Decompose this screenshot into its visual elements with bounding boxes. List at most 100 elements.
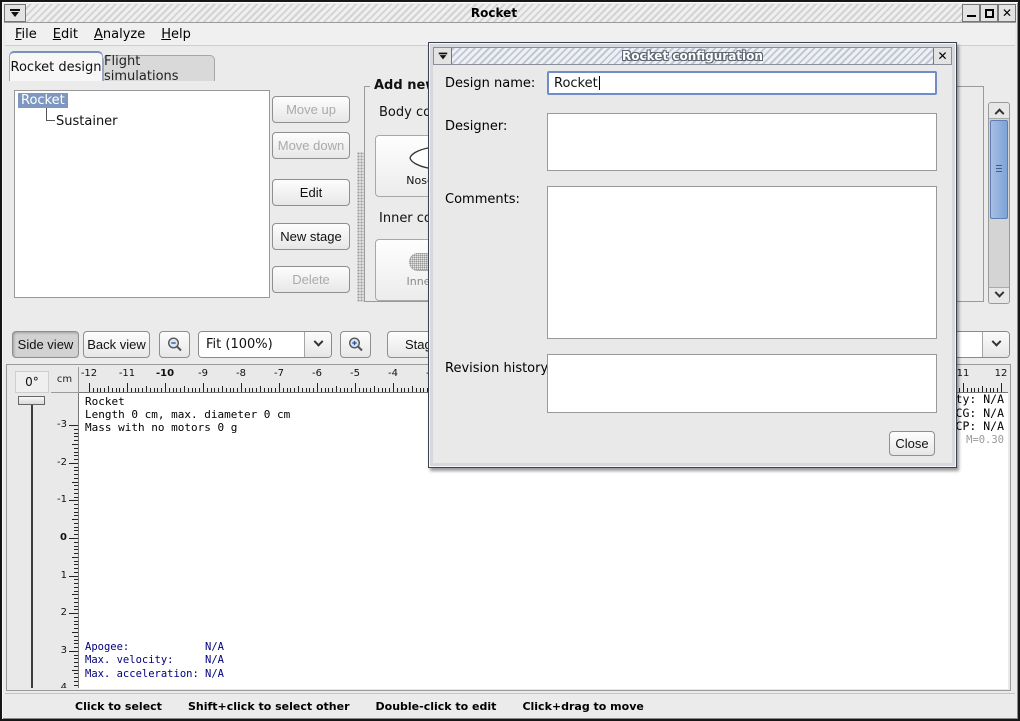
ruler-tick <box>104 388 105 392</box>
ruler-tick <box>74 553 78 554</box>
menu-item-edit[interactable]: Edit <box>53 27 78 42</box>
ruler-tick <box>226 388 227 392</box>
dialog-close-icon-button[interactable]: ✕ <box>933 48 951 64</box>
maximize-button[interactable] <box>980 4 998 22</box>
revision-history-label: Revision history: <box>445 361 552 376</box>
rocket-configuration-dialog: Rocket configuration ✕ Design name: Rock… <box>428 42 957 468</box>
revision-history-textarea[interactable] <box>547 354 937 413</box>
ruler-tick <box>74 621 78 622</box>
rotation-slider[interactable] <box>31 404 33 688</box>
window-menu-button[interactable] <box>4 4 26 22</box>
design-name-label: Design name: <box>445 76 535 91</box>
ruler-tick <box>283 388 284 392</box>
window-titlebar: Rocket ✕ <box>4 4 1016 23</box>
new-stage-button[interactable]: New stage <box>272 223 350 250</box>
dialog-close-button[interactable]: Close <box>889 431 935 456</box>
comments-label: Comments: <box>445 192 520 207</box>
move-up-button: Move up <box>272 96 350 123</box>
menu-item-analyze[interactable]: Analyze <box>94 27 145 42</box>
ruler-tick <box>321 388 322 392</box>
splitter-handle[interactable] <box>357 152 364 302</box>
configuration-dropdown[interactable] <box>982 332 1009 357</box>
rotation-slider-handle[interactable] <box>18 396 45 405</box>
zoom-out-button[interactable] <box>159 331 190 358</box>
ruler-tick <box>195 388 196 392</box>
scrollbar-down-button[interactable] <box>989 287 1009 303</box>
ruler-tick <box>74 561 78 562</box>
ruler-tick <box>89 383 90 392</box>
vertical-ruler: -3-2-101234 <box>51 393 79 688</box>
menu-item-file[interactable]: File <box>15 27 37 42</box>
scrollbar-thumb[interactable] <box>990 120 1008 219</box>
dialog-menu-button[interactable] <box>434 48 452 64</box>
scrollbar-up-button[interactable] <box>989 103 1009 119</box>
tree-item-rocket[interactable]: Rocket <box>18 93 68 108</box>
ruler-tick <box>287 388 288 392</box>
ruler-label: -1 <box>57 494 67 505</box>
ruler-label: 12 <box>995 368 1008 379</box>
side-view-button[interactable]: Side view <box>12 331 79 358</box>
tree-item-sustainer[interactable]: Sustainer <box>56 114 118 129</box>
back-view-button[interactable]: Back view <box>83 331 150 358</box>
ruler-tick <box>74 440 78 441</box>
ruler-tick <box>207 388 208 392</box>
ruler-tick <box>72 670 78 671</box>
ruler-tick <box>161 388 162 392</box>
ruler-tick <box>74 598 78 599</box>
ruler-tick <box>982 386 983 392</box>
ruler-tick <box>332 388 333 392</box>
ruler-tick <box>74 470 78 471</box>
ruler-tick <box>298 386 299 392</box>
tab-rocket-design[interactable]: Rocket design <box>9 51 103 81</box>
menu-item-help[interactable]: Help <box>161 27 191 42</box>
ruler-tick <box>72 482 78 483</box>
ruler-label: -5 <box>350 368 360 379</box>
ruler-label: -4 <box>388 368 398 379</box>
zoom-out-icon <box>166 336 184 354</box>
ruler-tick <box>412 386 413 392</box>
ruler-label: 4 <box>61 682 67 688</box>
chevron-down-icon <box>991 337 1001 347</box>
components-scrollbar[interactable] <box>988 102 1010 304</box>
ruler-tick <box>275 388 276 392</box>
maximize-icon <box>985 9 994 18</box>
ruler-tick <box>1001 383 1002 392</box>
design-name-value: Rocket <box>554 76 598 91</box>
ruler-label: 3 <box>61 645 67 656</box>
zoom-in-button[interactable] <box>340 331 371 358</box>
design-name-input[interactable]: Rocket <box>547 71 937 95</box>
close-button[interactable]: ✕ <box>998 4 1016 22</box>
ruler-tick <box>340 388 341 392</box>
ruler-label: -2 <box>57 457 67 468</box>
designer-textarea[interactable] <box>547 113 937 171</box>
zoom-level-dropdown[interactable] <box>304 332 331 357</box>
ruler-tick <box>397 388 398 392</box>
tab-flight-simulations[interactable]: Flight simulations <box>103 55 215 81</box>
hint-shift-click: Shift+click to select other <box>188 700 350 713</box>
close-icon: ✕ <box>1002 7 1012 19</box>
rotation-value[interactable]: 0° <box>15 371 49 393</box>
minimize-button[interactable] <box>962 4 980 22</box>
ruler-tick <box>74 448 78 449</box>
ruler-tick <box>74 673 78 674</box>
ruler-tick <box>74 497 78 498</box>
ruler-tick <box>218 388 219 392</box>
ruler-tick <box>74 681 78 682</box>
ruler-tick <box>317 383 318 392</box>
ruler-tick <box>74 508 78 509</box>
ruler-tick <box>74 478 78 479</box>
ruler-tick <box>74 617 78 618</box>
design-tree: Rocket Sustainer <box>14 90 270 298</box>
ruler-tick <box>74 606 78 607</box>
comments-textarea[interactable] <box>547 186 937 339</box>
edit-button[interactable]: Edit <box>272 179 350 206</box>
ruler-tick <box>74 583 78 584</box>
ruler-tick <box>74 515 78 516</box>
ruler-tick <box>374 386 375 392</box>
ruler-tick <box>142 388 143 392</box>
zoom-level-select[interactable]: Fit (100%) <box>198 331 332 358</box>
ruler-tick <box>971 388 972 392</box>
ruler-tick <box>423 388 424 392</box>
ruler-tick <box>306 388 307 392</box>
ruler-label: -12 <box>81 368 97 379</box>
